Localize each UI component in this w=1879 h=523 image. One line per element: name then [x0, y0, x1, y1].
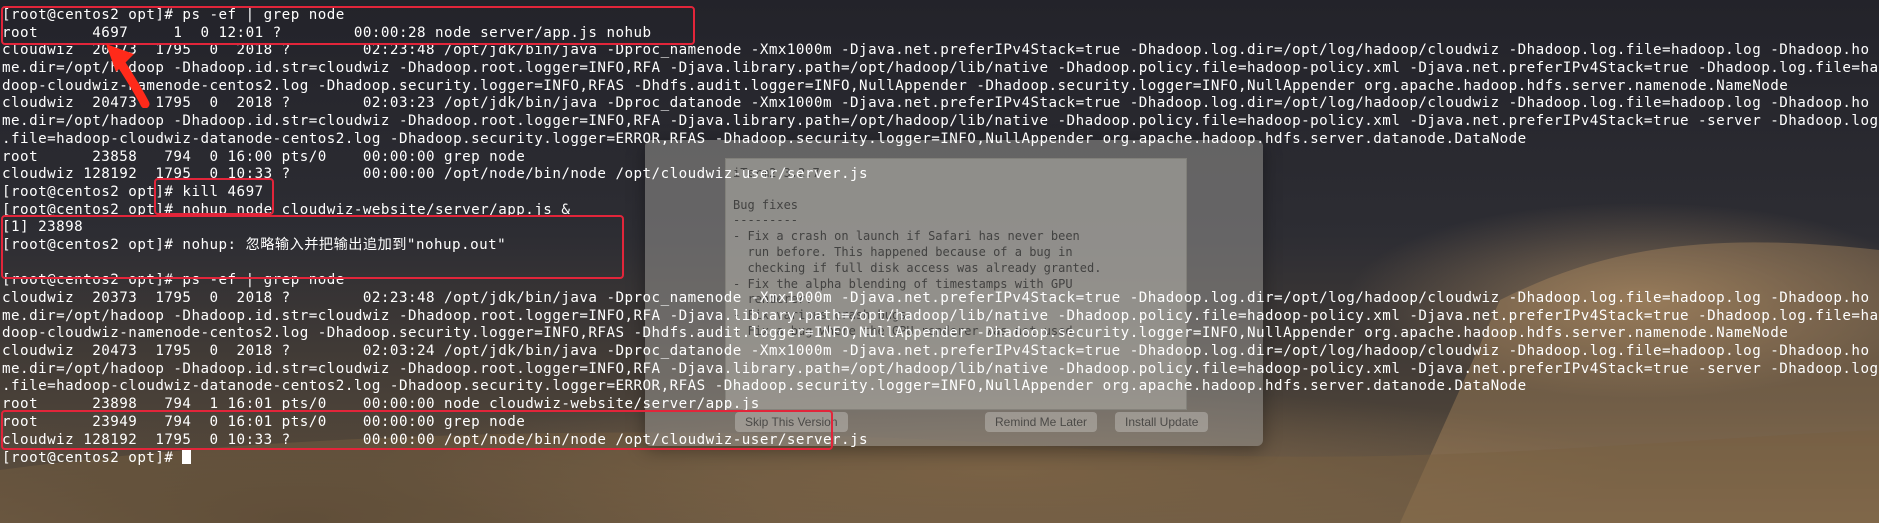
terminal-line: doop-cloudwiz-namenode-centos2.log -Dhad…	[2, 77, 1789, 94]
terminal-line: [1] 23898	[2, 219, 84, 236]
terminal-line: me.dir=/opt/hadoop -Dhadoop.id.str=cloud…	[2, 60, 1879, 77]
terminal-line: cloudwiz 20473 1795 0 2018 ? 02:03:23 /o…	[2, 95, 1870, 112]
terminal-line: me.dir=/opt/hadoop -Dhadoop.id.str=cloud…	[2, 113, 1879, 130]
terminal-line: root 23949 794 0 16:01 pts/0 00:00:00 gr…	[2, 413, 526, 430]
terminal-line: .file=hadoop-cloudwiz-datanode-centos2.l…	[2, 130, 1527, 147]
terminal-line: [root@centos2 opt]# ps -ef | grep node	[2, 7, 345, 23]
terminal-line: cloudwiz 20373 1795 0 2018 ? 02:23:48 /o…	[2, 42, 1870, 59]
terminal-line: [root@centos2 opt]# nohup: 忽略输入并把输出追加到"n…	[2, 236, 507, 253]
terminal-line: cloudwiz 20373 1795 0 2018 ? 02:23:48 /o…	[2, 290, 1870, 306]
terminal-line: .file=hadoop-cloudwiz-datanode-centos2.l…	[2, 378, 1527, 395]
terminal-line: cloudwiz 20473 1795 0 2018 ? 02:03:24 /o…	[2, 343, 1870, 360]
terminal-line: root 4697 1 0 12:01 ? 00:00:28 node serv…	[2, 24, 652, 41]
terminal-line: [root@centos2 opt]# ps -ef | grep node	[2, 272, 345, 289]
terminal-line: cloudwiz 128192 1795 0 10:33 ? 00:00:00 …	[2, 166, 869, 183]
terminal-line: [root@centos2 opt]# nohup node cloudwiz-…	[2, 201, 571, 218]
terminal-window[interactable]: iTerm2 3.2.7 Bug fixes --------- - Fix a…	[0, 0, 1879, 523]
terminal-line: [root@centos2 opt]# kill 4697	[2, 183, 264, 200]
terminal-line: me.dir=/opt/hadoop -Dhadoop.id.str=cloud…	[2, 307, 1879, 324]
shell-prompt: [root@centos2 opt]#	[2, 450, 183, 467]
text-cursor	[182, 449, 192, 465]
terminal-line: me.dir=/opt/hadoop -Dhadoop.id.str=cloud…	[2, 360, 1879, 377]
terminal-line: cloudwiz 128192 1795 0 10:33 ? 00:00:00 …	[2, 431, 869, 448]
prompt-line[interactable]: [root@centos2 opt]#	[2, 449, 1879, 467]
terminal-line: root 23898 794 1 16:01 pts/0 00:00:00 no…	[2, 396, 760, 413]
terminal-line: root 23858 794 0 16:00 pts/0 00:00:00 gr…	[2, 148, 526, 165]
terminal-line: doop-cloudwiz-namenode-centos2.log -Dhad…	[2, 325, 1789, 342]
red-arrow-icon	[106, 44, 150, 108]
terminal-output[interactable]: [root@centos2 opt]# ps -ef | grep node ro…	[2, 7, 1879, 467]
